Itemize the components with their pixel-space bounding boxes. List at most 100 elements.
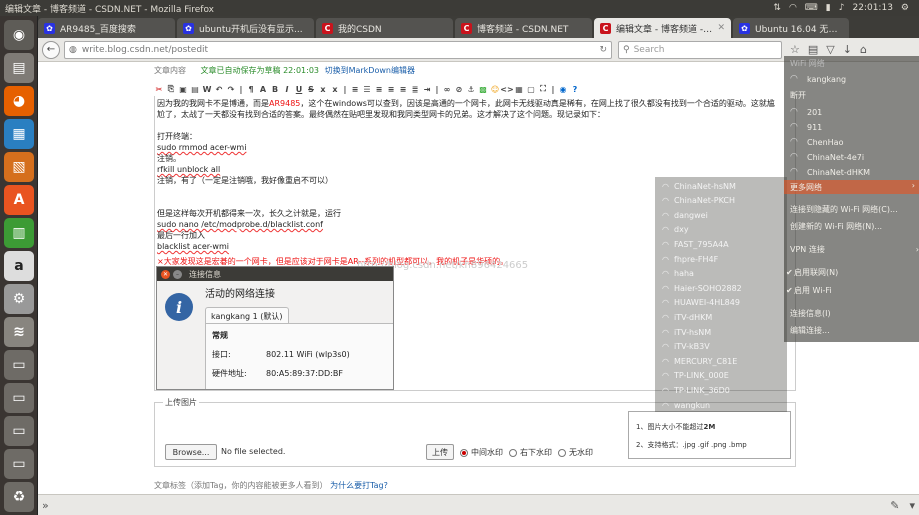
network-item[interactable]: ◠ TP-LINK_000E bbox=[662, 369, 729, 383]
network-item[interactable]: ◠ iTV-kB3V bbox=[662, 340, 710, 354]
radio-center-watermark[interactable]: 中间水印 bbox=[460, 447, 503, 458]
align-center-icon[interactable]: ≡ bbox=[386, 84, 396, 94]
redo-icon[interactable]: ↷ bbox=[226, 84, 236, 94]
paste-word-icon[interactable]: W bbox=[202, 84, 212, 94]
url-bar[interactable]: ◍ write.blog.csdn.net/postedit ↻ bbox=[64, 40, 612, 59]
network-item-connected[interactable]: ◠ kangkang bbox=[790, 72, 846, 86]
network-item[interactable]: ◠ wangkun bbox=[662, 398, 710, 412]
software-center-icon[interactable]: A bbox=[4, 185, 34, 215]
network-item[interactable]: ◠ 911 bbox=[790, 120, 822, 134]
network-item[interactable]: ◠ iTV-dHKM bbox=[662, 310, 712, 324]
image-icon[interactable]: ▩ bbox=[478, 84, 488, 94]
radio-bottom-right-watermark[interactable]: 右下水印 bbox=[509, 447, 552, 458]
tab-ubuntu-1604[interactable]: ✿ Ubuntu 16.04 无法开启... bbox=[733, 18, 849, 38]
close-icon[interactable]: ✕ bbox=[717, 23, 725, 33]
underline-icon[interactable]: U bbox=[294, 84, 304, 94]
paste-icon[interactable]: ▣ bbox=[178, 84, 188, 94]
align-justify-icon[interactable]: ≣ bbox=[410, 84, 420, 94]
settings-icon[interactable]: ⚙ bbox=[4, 284, 34, 314]
tab-my-csdn[interactable]: C 我的CSDN bbox=[316, 18, 453, 38]
help-icon[interactable]: ? bbox=[570, 84, 580, 94]
ordered-list-icon[interactable]: ≡ bbox=[350, 84, 360, 94]
network-item[interactable]: ◠ HUAWEI-4HL849 bbox=[662, 296, 740, 310]
network-item[interactable]: ◠ TP-LINK_36D0 bbox=[662, 383, 730, 397]
network-item[interactable]: ◠ Haier-SOHO2882 bbox=[662, 281, 742, 295]
network-item[interactable]: ◠ dangwei bbox=[662, 208, 708, 222]
drive-icon[interactable]: ▭ bbox=[4, 383, 34, 413]
enable-networking-item[interactable]: ✔ 启用联网(N) bbox=[786, 265, 838, 279]
format-icon[interactable]: ¶ bbox=[246, 84, 256, 94]
drive-icon[interactable]: ▭ bbox=[4, 350, 34, 380]
unlink-icon[interactable]: ⊘ bbox=[454, 84, 464, 94]
files-icon[interactable]: ▤ bbox=[4, 53, 34, 83]
wifi-app-icon[interactable]: ≋ bbox=[4, 317, 34, 347]
download-icon[interactable]: ↓ bbox=[843, 43, 852, 56]
anchor-icon[interactable]: ⚓ bbox=[466, 84, 476, 94]
vpn-item[interactable]: VPN 连接 › bbox=[790, 242, 919, 256]
italic-icon[interactable]: I bbox=[282, 84, 292, 94]
battery-icon[interactable]: ▮ bbox=[826, 3, 831, 13]
cut-icon[interactable]: ✂ bbox=[154, 84, 164, 94]
tab-edit-article[interactable]: C 编辑文章 - 博客频道 - C... ✕ bbox=[594, 18, 731, 38]
bookmarks-icon[interactable]: ▤ bbox=[808, 43, 818, 56]
preview-icon[interactable]: ◉ bbox=[558, 84, 568, 94]
network-item[interactable]: ◠ iTV-hsNM bbox=[662, 325, 711, 339]
connect-hidden-wifi-item[interactable]: 连接到隐藏的 Wi-Fi 网络(C)... bbox=[790, 202, 898, 216]
upload-button[interactable]: 上传 bbox=[426, 444, 454, 460]
home-icon[interactable]: ⌂ bbox=[860, 43, 867, 56]
drive-icon[interactable]: ▭ bbox=[4, 449, 34, 479]
bookmark-star-icon[interactable]: ☆ bbox=[790, 43, 800, 56]
back-button[interactable]: ← bbox=[42, 40, 60, 59]
chevron-double-right-icon[interactable]: » bbox=[42, 499, 49, 512]
edit-connections-item[interactable]: 编辑连接... bbox=[790, 323, 830, 337]
calc-icon[interactable]: ▥ bbox=[4, 218, 34, 248]
firefox-icon[interactable]: ◕ bbox=[4, 86, 34, 116]
code-icon[interactable]: <> bbox=[500, 84, 513, 94]
network-item[interactable]: ◠ fhpre-FH4F bbox=[662, 252, 718, 266]
why-tag-link[interactable]: 为什么要打Tag? bbox=[330, 481, 388, 490]
copy-icon[interactable]: ⎘ bbox=[166, 84, 176, 94]
superscript-icon[interactable]: x bbox=[330, 84, 340, 94]
network-item[interactable]: ◠ ChinaNet-4e7i bbox=[790, 150, 864, 164]
network-item[interactable]: ◠ ChinaNet-hsNM bbox=[662, 179, 736, 193]
radio-no-watermark[interactable]: 无水印 bbox=[558, 447, 593, 458]
font-color-icon[interactable]: A bbox=[258, 84, 268, 94]
network-item[interactable]: ◠ ChenHao bbox=[790, 135, 843, 149]
connection-info-item[interactable]: 连接信息(I) bbox=[790, 306, 831, 320]
pocket-icon[interactable]: ▽ bbox=[826, 43, 834, 56]
writer-icon[interactable]: ▦ bbox=[4, 119, 34, 149]
chevron-down-icon[interactable]: ▾ bbox=[909, 499, 915, 512]
impress-icon[interactable]: ▧ bbox=[4, 152, 34, 182]
create-wifi-item[interactable]: 创建新的 Wi-Fi 网络(N)... bbox=[790, 219, 882, 233]
align-right-icon[interactable]: ≡ bbox=[398, 84, 408, 94]
align-left-icon[interactable]: ≡ bbox=[374, 84, 384, 94]
paste-text-icon[interactable]: ▤ bbox=[190, 84, 200, 94]
disconnect-item[interactable]: 断开 bbox=[790, 88, 806, 102]
switch-markdown-link[interactable]: 切换到MarkDown编辑器 bbox=[325, 66, 415, 75]
ubuntu-dash-icon[interactable]: ◉ bbox=[4, 20, 34, 50]
amazon-icon[interactable]: a bbox=[4, 251, 34, 281]
emoticon-icon[interactable]: ☺ bbox=[490, 84, 500, 94]
network-item[interactable]: ◠ FAST_795A4A bbox=[662, 237, 729, 251]
network-item[interactable]: ◠ ChinaNet-dHKM bbox=[790, 165, 870, 179]
subscript-icon[interactable]: x bbox=[318, 84, 328, 94]
browse-button[interactable]: Browse... bbox=[165, 444, 217, 460]
more-networks-item[interactable]: 更多网络 › bbox=[784, 180, 919, 194]
link-icon[interactable]: ∞ bbox=[442, 84, 452, 94]
gear-icon[interactable]: ⚙ bbox=[901, 3, 909, 13]
enable-wifi-item[interactable]: ✔ 启用 Wi-Fi bbox=[786, 283, 832, 297]
network-item[interactable]: ◠ haha bbox=[662, 267, 694, 281]
wrench-icon[interactable]: ✎ bbox=[890, 499, 899, 512]
fullscreen-icon[interactable]: ⛶ bbox=[538, 84, 548, 94]
bullet-list-icon[interactable]: ☰ bbox=[362, 84, 372, 94]
clock[interactable]: 22:01:13 bbox=[853, 3, 893, 13]
network-item[interactable]: ◠ MERCURY_C81E bbox=[662, 354, 737, 368]
undo-icon[interactable]: ↶ bbox=[214, 84, 224, 94]
trash-icon[interactable]: ♻ bbox=[4, 482, 34, 512]
table-icon[interactable]: ▦ bbox=[514, 84, 524, 94]
network-item[interactable]: ◠ dxy bbox=[662, 223, 689, 237]
wifi-icon[interactable]: ◠ bbox=[789, 3, 797, 13]
source-icon[interactable]: ▢ bbox=[526, 84, 536, 94]
drive-icon[interactable]: ▭ bbox=[4, 416, 34, 446]
strikethrough-icon[interactable]: S bbox=[306, 84, 316, 94]
